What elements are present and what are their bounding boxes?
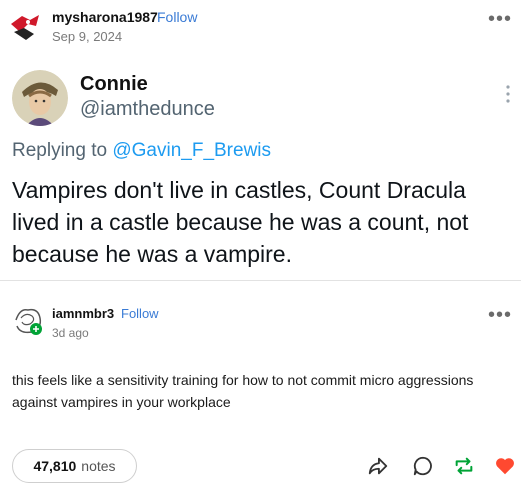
reply-avatar[interactable] xyxy=(12,304,44,336)
post-header: mysharona1987 Follow Sep 9, 2024 ••• xyxy=(0,0,521,52)
reply-username[interactable]: iamnmbr3 xyxy=(52,306,114,321)
tweet-text: Vampires don't live in castles, Count Dr… xyxy=(12,177,469,267)
tweet-display-name: Connie xyxy=(80,73,148,95)
share-icon[interactable] xyxy=(367,455,389,477)
notes-label: notes xyxy=(81,458,116,474)
replying-mention: @Gavin_F_Brewis xyxy=(112,140,272,161)
reply-text: this feels like a sensitivity training f… xyxy=(12,372,474,410)
op-follow-button[interactable]: Follow xyxy=(157,9,197,25)
reply-icon[interactable] xyxy=(412,455,434,477)
embedded-tweet-image: Connie @iamthedunce Replying to @Gavin_F… xyxy=(0,52,521,280)
tweet-handle: @iamthedunce xyxy=(80,98,215,120)
heart-icon[interactable] xyxy=(494,455,516,477)
divider xyxy=(0,280,521,281)
reply-more-options-icon[interactable]: ••• xyxy=(488,305,512,325)
reply-timestamp[interactable]: 3d ago xyxy=(52,326,89,340)
tweet-replying-to: Replying to @Gavin_F_Brewis xyxy=(12,140,271,162)
reblog-icon[interactable] xyxy=(453,455,475,477)
notes-count: 47,810 xyxy=(33,458,77,474)
op-username[interactable]: mysharona1987 xyxy=(52,9,158,25)
more-options-icon[interactable]: ••• xyxy=(488,9,512,29)
op-avatar[interactable] xyxy=(8,10,42,44)
replying-prefix: Replying to xyxy=(12,140,113,161)
vertical-dots-icon xyxy=(506,85,510,103)
notes-button[interactable]: 47,810 notes xyxy=(12,449,137,483)
post-date[interactable]: Sep 9, 2024 xyxy=(52,29,122,44)
tweet-avatar xyxy=(12,70,68,126)
reply-follow-button[interactable]: Follow xyxy=(121,306,159,321)
